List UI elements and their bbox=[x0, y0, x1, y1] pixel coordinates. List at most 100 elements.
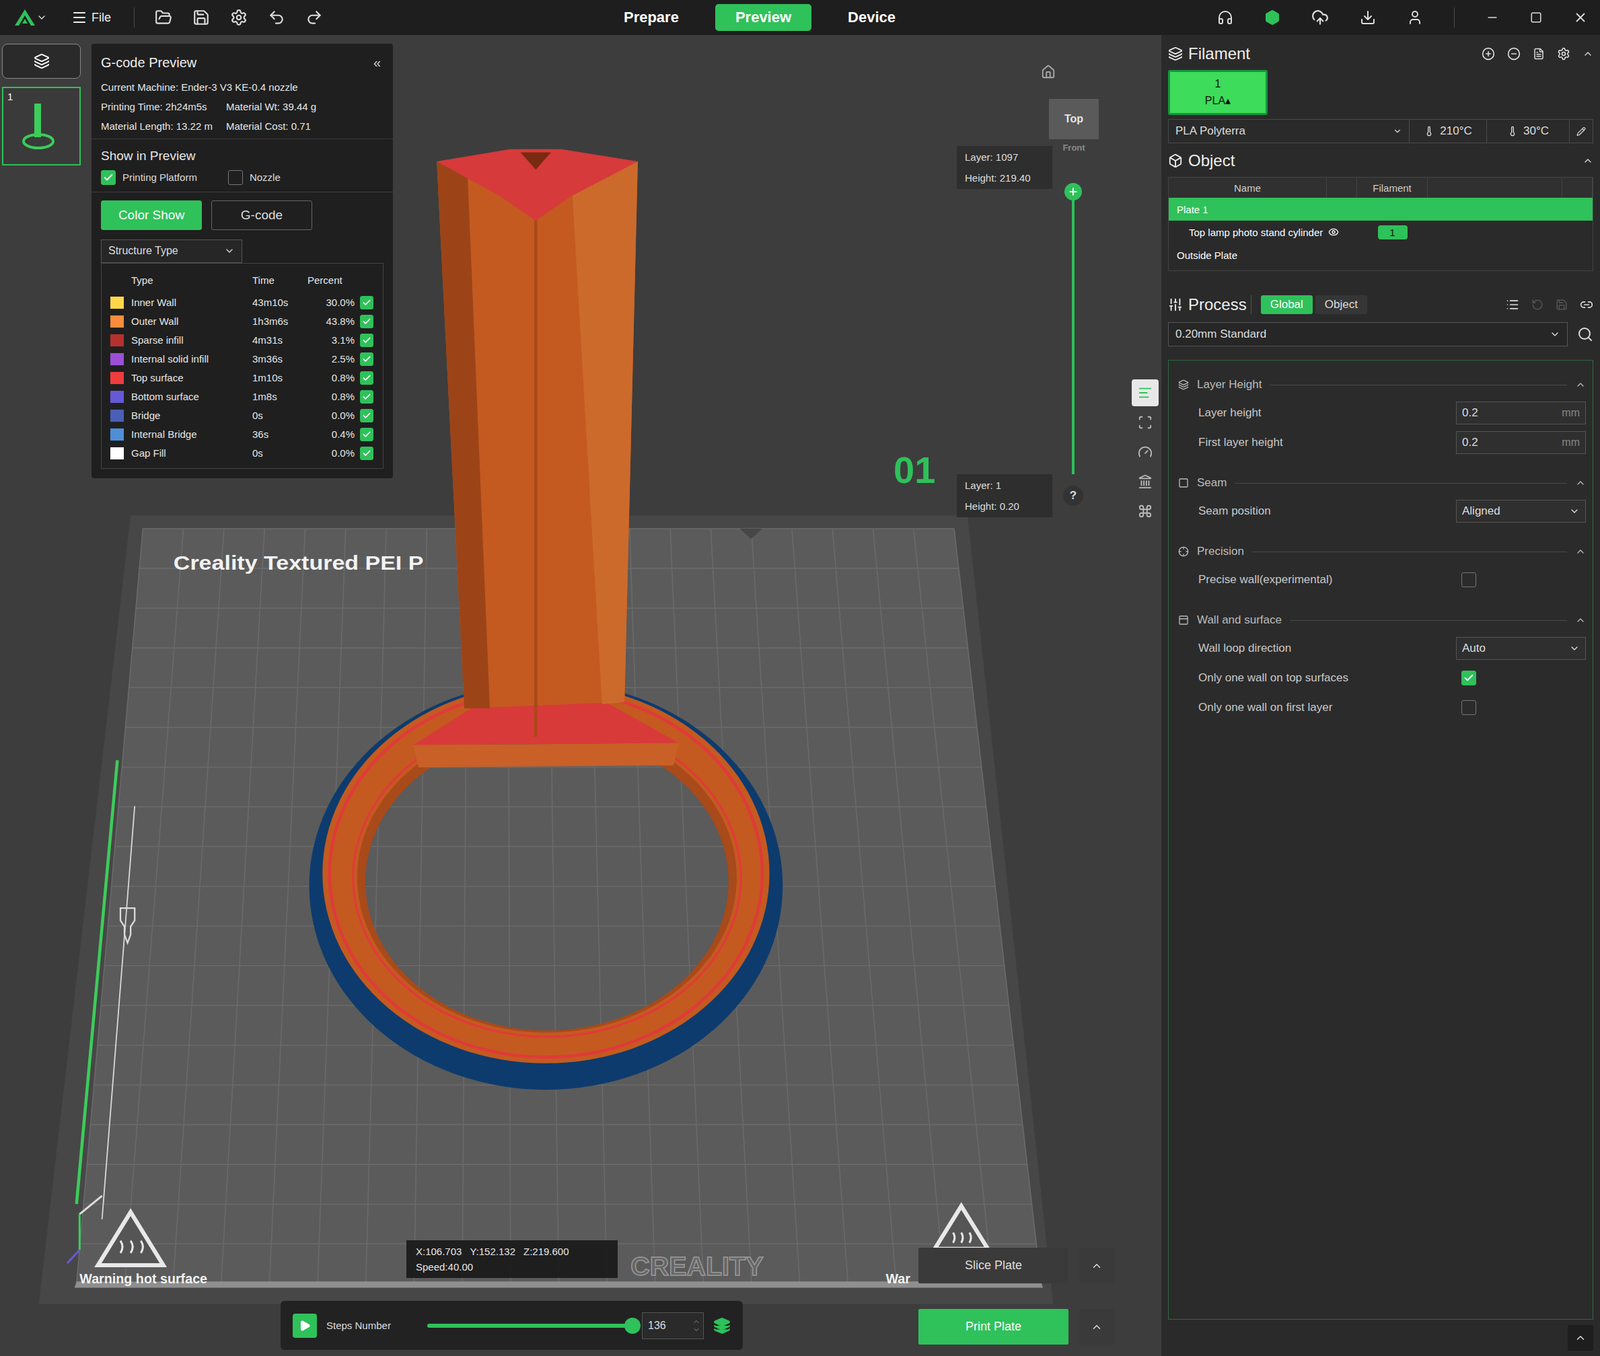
chevron-up-icon[interactable] bbox=[1575, 477, 1586, 489]
document-icon[interactable] bbox=[1532, 47, 1545, 60]
home-view-button[interactable] bbox=[1040, 64, 1056, 82]
collapse-button[interactable]: « bbox=[370, 55, 384, 71]
logo-icon[interactable] bbox=[13, 8, 37, 27]
settings-tab[interactable] bbox=[1131, 438, 1159, 466]
save-icon[interactable] bbox=[192, 8, 210, 27]
process-tab[interactable]: Object bbox=[1315, 295, 1368, 315]
user-icon[interactable] bbox=[1406, 9, 1424, 26]
visibility-checkbox[interactable] bbox=[359, 314, 374, 329]
edit-cell[interactable] bbox=[1569, 119, 1593, 143]
maximize-icon[interactable] bbox=[1530, 11, 1543, 24]
mode-tab[interactable]: Prepare bbox=[603, 4, 700, 31]
table-row[interactable]: Outside Plate bbox=[1168, 243, 1593, 267]
spin-buttons[interactable] bbox=[692, 1318, 701, 1335]
settings-tab[interactable] bbox=[1131, 468, 1159, 496]
visibility-checkbox[interactable] bbox=[359, 409, 374, 423]
checkbox[interactable] bbox=[228, 170, 243, 186]
action-button[interactable]: Print Plate bbox=[918, 1309, 1069, 1345]
select-input[interactable]: Aligned bbox=[1456, 499, 1586, 523]
action-options-button[interactable] bbox=[1079, 1309, 1115, 1345]
search-icon[interactable] bbox=[1577, 326, 1594, 343]
eye-icon[interactable] bbox=[1328, 226, 1339, 238]
chevron-up-icon[interactable] bbox=[1582, 48, 1594, 60]
cloud-upload-icon[interactable] bbox=[1311, 8, 1329, 27]
layers-icon[interactable] bbox=[713, 1317, 731, 1335]
logo-button[interactable] bbox=[12, 6, 49, 29]
gear-icon[interactable] bbox=[230, 8, 248, 27]
bed-temp[interactable]: 30°C bbox=[1486, 119, 1570, 143]
checkbox[interactable] bbox=[1461, 700, 1477, 716]
save-icon[interactable] bbox=[1555, 298, 1568, 311]
mode-tab[interactable]: Preview bbox=[715, 4, 812, 31]
list-icon[interactable] bbox=[1505, 298, 1520, 312]
nozzle-temp[interactable]: 210°C bbox=[1409, 119, 1487, 143]
select-input[interactable]: Auto bbox=[1456, 637, 1586, 661]
number-input[interactable]: 0.2mm bbox=[1456, 431, 1586, 455]
plate-thumbnail[interactable]: 1 bbox=[2, 86, 81, 166]
preview-option[interactable]: Printing Platform bbox=[100, 170, 198, 186]
settings-tab[interactable] bbox=[1131, 409, 1159, 436]
visibility-checkbox[interactable] bbox=[359, 390, 374, 404]
table-row[interactable]: Plate 1 bbox=[1168, 197, 1593, 221]
remove-icon[interactable] bbox=[1507, 47, 1521, 61]
chevron-up-icon[interactable] bbox=[692, 1318, 701, 1327]
plate-list-toggle[interactable] bbox=[2, 43, 81, 79]
action-options-button[interactable] bbox=[1079, 1248, 1115, 1284]
minimize-icon[interactable] bbox=[1485, 10, 1500, 25]
checkbox[interactable] bbox=[100, 170, 116, 186]
steps-input[interactable]: 136 bbox=[641, 1312, 704, 1340]
open-folder-icon[interactable] bbox=[154, 8, 173, 27]
group-header[interactable]: Wall and surface bbox=[1178, 606, 1586, 634]
redo-icon[interactable] bbox=[305, 8, 323, 27]
headset-icon[interactable] bbox=[1217, 9, 1234, 26]
reset-icon[interactable] bbox=[1531, 298, 1544, 311]
chevron-up-icon[interactable] bbox=[1582, 155, 1594, 167]
mode-button[interactable]: G-code bbox=[211, 200, 313, 231]
visibility-checkbox[interactable] bbox=[359, 296, 374, 310]
close-icon[interactable] bbox=[1573, 10, 1588, 25]
chevron-up-icon[interactable] bbox=[1575, 546, 1586, 558]
add-icon[interactable] bbox=[1481, 47, 1496, 61]
steps-slider-knob[interactable] bbox=[624, 1318, 641, 1335]
group-header[interactable]: Precision bbox=[1178, 538, 1586, 566]
scroll-top-button[interactable] bbox=[1567, 1325, 1594, 1352]
view-cube-top[interactable]: Top bbox=[1048, 98, 1099, 140]
settings-tab[interactable] bbox=[1131, 379, 1159, 407]
checkbox[interactable] bbox=[1461, 670, 1477, 686]
mode-tab[interactable]: Device bbox=[827, 4, 916, 31]
download-icon[interactable] bbox=[1359, 9, 1376, 26]
visibility-checkbox[interactable] bbox=[359, 352, 374, 367]
chevron-down-icon[interactable] bbox=[692, 1326, 701, 1335]
visibility-checkbox[interactable] bbox=[359, 446, 374, 461]
preview-canvas[interactable]: Creality Textured PEI PWarning hot surfa… bbox=[0, 34, 1162, 1356]
link-icon[interactable] bbox=[1579, 298, 1594, 312]
chevron-up-icon[interactable] bbox=[1575, 379, 1586, 391]
checkbox[interactable] bbox=[1461, 572, 1477, 588]
filament-preset[interactable]: PLA Polyterra bbox=[1168, 119, 1410, 143]
visibility-checkbox[interactable] bbox=[359, 371, 374, 385]
view-cube-front[interactable]: Front bbox=[1048, 142, 1099, 153]
model-store-icon[interactable] bbox=[1264, 9, 1281, 26]
view-type-select[interactable]: Structure Type bbox=[100, 239, 243, 264]
undo-icon[interactable] bbox=[267, 8, 286, 27]
play-button[interactable] bbox=[292, 1314, 317, 1339]
preview-option[interactable]: Nozzle bbox=[228, 170, 281, 186]
visibility-checkbox[interactable] bbox=[359, 427, 374, 442]
layer-slider[interactable] bbox=[1071, 191, 1075, 475]
gear-icon[interactable] bbox=[1556, 47, 1571, 61]
group-header[interactable]: Layer Height bbox=[1178, 371, 1586, 399]
settings-tab[interactable] bbox=[1131, 497, 1159, 525]
layer-slider-handle[interactable] bbox=[1064, 183, 1082, 201]
steps-slider[interactable] bbox=[427, 1324, 633, 1329]
filament-slot[interactable]: 1PLA▴ bbox=[1168, 69, 1268, 116]
visibility-checkbox[interactable] bbox=[359, 333, 374, 348]
number-input[interactable]: 0.2mm bbox=[1456, 401, 1586, 425]
file-menu[interactable]: File bbox=[68, 6, 114, 29]
mode-button[interactable]: Color Show bbox=[100, 200, 202, 231]
table-row[interactable]: Top lamp photo stand cylinder1 bbox=[1168, 220, 1593, 244]
filament-badge[interactable]: 1 bbox=[1377, 225, 1408, 240]
process-preset[interactable]: 0.20mm Standard bbox=[1168, 322, 1568, 347]
chevron-up-icon[interactable] bbox=[1575, 614, 1586, 626]
group-header[interactable]: Seam bbox=[1178, 469, 1586, 497]
process-tab[interactable]: Global bbox=[1260, 295, 1313, 315]
